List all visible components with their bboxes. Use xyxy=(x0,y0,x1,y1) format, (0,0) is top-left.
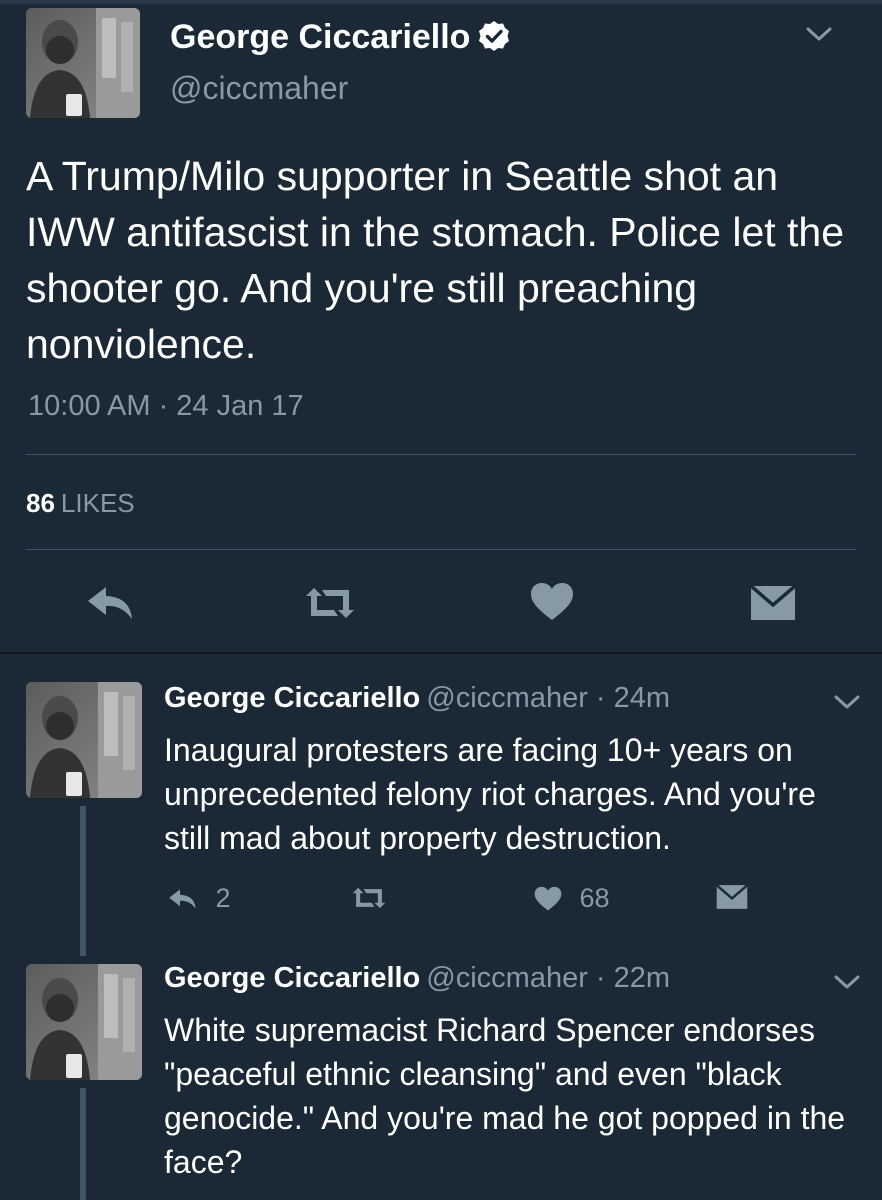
author-handle-time[interactable]: @ciccmaher · 24m xyxy=(426,682,670,714)
tweet-header: George Ciccariello @ciccmaher · 22m xyxy=(164,962,670,995)
divider xyxy=(26,454,856,455)
verified-badge-icon xyxy=(478,20,510,52)
tweet-text: Inaugural protesters are facing 10+ year… xyxy=(164,732,816,856)
reply-icon xyxy=(169,889,196,909)
author-handle[interactable]: @ciccmaher xyxy=(170,70,348,107)
likes-stat[interactable]: 86 LIKES xyxy=(26,488,135,519)
direct-message-icon[interactable] xyxy=(716,884,748,910)
thread-connector xyxy=(80,1088,86,1200)
like-count: 68 xyxy=(579,883,610,914)
reply-button[interactable]: 2 xyxy=(168,882,231,914)
chevron-down-icon[interactable] xyxy=(834,694,860,710)
direct-message-icon[interactable] xyxy=(750,585,796,621)
divider xyxy=(26,549,856,550)
chevron-down-icon[interactable] xyxy=(834,974,860,990)
retweet-icon[interactable] xyxy=(350,886,388,910)
author-name[interactable]: George Ciccariello xyxy=(164,962,420,994)
section-divider xyxy=(0,652,882,654)
author-handle-time[interactable]: @ciccmaher · 22m xyxy=(426,962,670,994)
retweet-icon[interactable] xyxy=(302,586,358,620)
author-name[interactable]: George Ciccariello xyxy=(164,682,420,714)
author-name[interactable]: George Ciccariello xyxy=(170,18,510,57)
heart-icon[interactable] xyxy=(530,582,574,622)
reply-icon[interactable] xyxy=(86,585,136,621)
tweet-timestamp[interactable]: 10:00 AM · 24 Jan 17 xyxy=(28,390,304,423)
author-avatar[interactable] xyxy=(26,964,142,1080)
author-avatar[interactable] xyxy=(26,8,140,118)
heart-icon xyxy=(534,886,562,911)
reply-count: 2 xyxy=(215,883,231,914)
tweet-text: A Trump/Milo supporter in Seattle shot a… xyxy=(26,153,845,367)
top-edge xyxy=(0,0,882,4)
tweet-text: White supremacist Richard Spencer endors… xyxy=(164,1012,846,1180)
thread-connector xyxy=(80,806,86,956)
like-button[interactable]: 68 xyxy=(534,882,610,914)
tweet-header: George Ciccariello @ciccmaher · 24m xyxy=(164,682,670,715)
chevron-down-icon[interactable] xyxy=(806,26,832,42)
author-avatar[interactable] xyxy=(26,682,142,798)
